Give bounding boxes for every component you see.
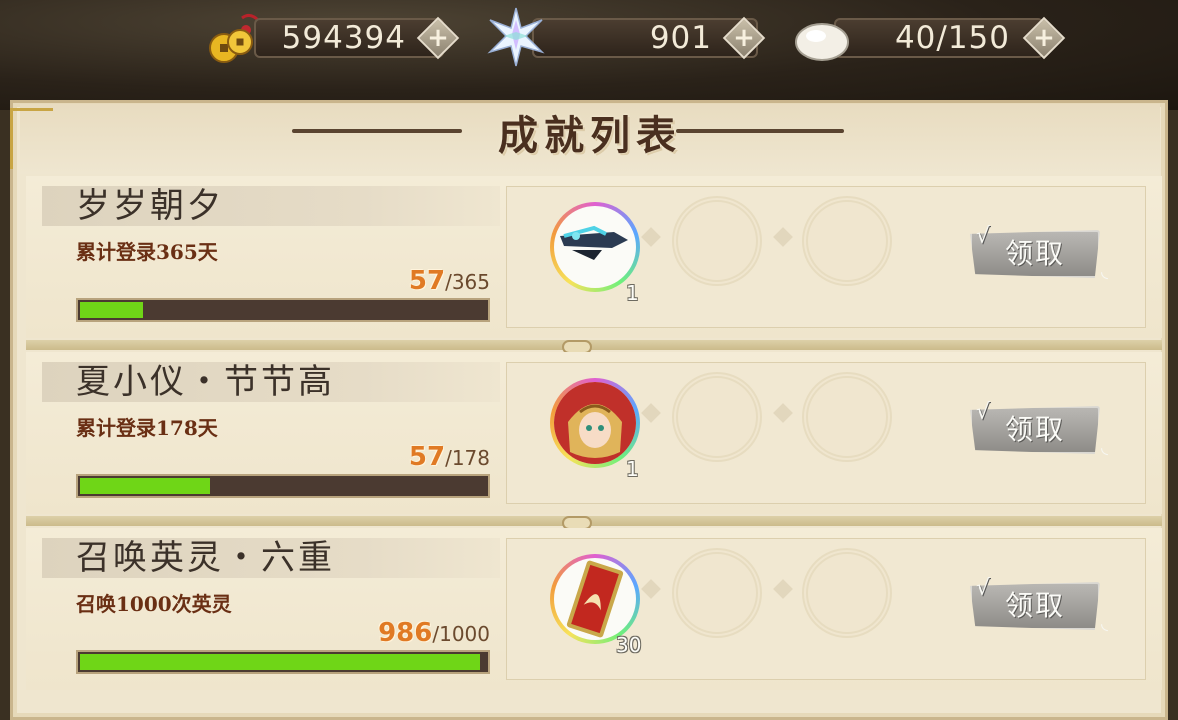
progress-total: 365 <box>451 270 490 294</box>
empty-reward-slot <box>672 196 762 286</box>
reward-count: 1 <box>626 281 639 305</box>
crystal-currency: 901 + <box>486 7 776 67</box>
progress-bar <box>76 474 490 498</box>
progress-fill <box>80 478 210 494</box>
coins-value: 594394 <box>281 20 406 56</box>
empty-reward-slot <box>802 548 892 638</box>
achievement-name: 夏小仪・节节高 <box>76 362 335 402</box>
reward-item[interactable] <box>550 378 640 468</box>
hero-portrait-icon <box>554 382 636 464</box>
progress-current: 57 <box>408 266 446 296</box>
progress-total: 1000 <box>439 622 490 646</box>
claim-label: 领取 <box>1004 413 1065 446</box>
empty-reward-slot <box>672 372 762 462</box>
progress-fill <box>80 302 143 318</box>
reward-item[interactable] <box>550 554 640 644</box>
reward-count: 1 <box>626 457 639 481</box>
add-crystal-button[interactable]: + <box>722 16 766 60</box>
achievement-progress-text: 986/1000 <box>378 618 490 648</box>
claim-label: 领取 <box>1004 237 1065 270</box>
achievement-row: 岁岁朝夕 累计登录365天 57/365 1 √ 领取 ◟ <box>26 176 1162 354</box>
empty-reward-slot <box>672 548 762 638</box>
dragon-blade-icon <box>560 225 628 260</box>
achievement-description: 召唤1000次英灵 <box>76 592 232 616</box>
achievement-row: 夏小仪・节节高 累计登录178天 57/178 1 √ 领取 ◟ <box>26 352 1162 530</box>
achievement-name: 召唤英灵・六重 <box>76 538 335 578</box>
achievement-name: 岁岁朝夕 <box>76 186 224 226</box>
claim-button[interactable]: √ 领取 ◟ <box>970 400 1108 458</box>
progress-current: 57 <box>408 442 446 472</box>
progress-bar <box>76 650 490 674</box>
empty-reward-slot <box>802 372 892 462</box>
achievement-row: 召唤英灵・六重 召唤1000次英灵 986/1000 30 √ 领取 ◟ <box>26 528 1162 690</box>
summon-card-icon <box>566 560 624 638</box>
add-coins-button[interactable]: + <box>416 16 460 60</box>
claim-label: 领取 <box>1004 589 1065 622</box>
stamina-value: 40/150 <box>894 20 1010 56</box>
claim-button[interactable]: √ 领取 ◟ <box>970 576 1108 634</box>
achievement-progress-text: 57/365 <box>408 266 490 296</box>
panel-title: 成就列表 <box>498 112 682 159</box>
achievement-description: 累计登录178天 <box>76 416 218 440</box>
progress-bar <box>76 298 490 322</box>
progress-current: 986 <box>378 618 433 648</box>
coins-currency: 594394 + <box>206 12 466 64</box>
add-stamina-button[interactable]: + <box>1022 16 1066 60</box>
claim-button[interactable]: √ 领取 ◟ <box>970 224 1108 282</box>
progress-fill <box>80 654 480 670</box>
empty-reward-slot <box>802 196 892 286</box>
achievement-progress-text: 57/178 <box>408 442 490 472</box>
reward-item[interactable] <box>550 202 640 292</box>
achievement-description: 累计登录365天 <box>76 240 218 264</box>
crystal-value: 901 <box>649 20 712 56</box>
stamina-currency: 40/150 + <box>794 12 1074 64</box>
progress-total: 178 <box>451 446 490 470</box>
corner-ornament <box>10 108 53 169</box>
reward-count: 30 <box>616 633 642 657</box>
